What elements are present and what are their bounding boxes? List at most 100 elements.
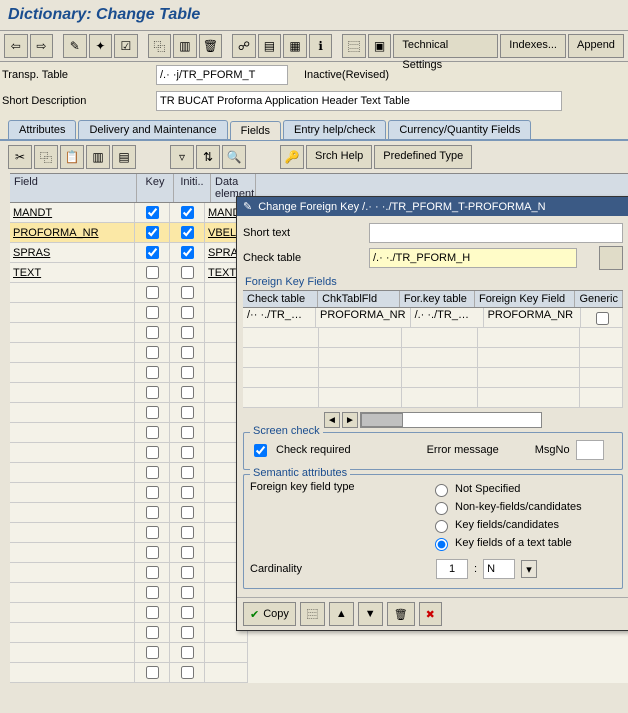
check-table-generate-button[interactable] [599, 246, 623, 270]
key-checkbox[interactable] [146, 486, 159, 499]
fk-row[interactable] [243, 368, 623, 388]
key-checkbox[interactable] [146, 606, 159, 619]
close-icon[interactable]: ✖ [419, 602, 442, 626]
fk-type-texttable-radio[interactable] [435, 538, 448, 551]
check-required-checkbox[interactable] [254, 444, 267, 457]
init-checkbox[interactable] [181, 506, 194, 519]
key-checkbox[interactable] [146, 266, 159, 279]
init-checkbox[interactable] [181, 266, 194, 279]
init-checkbox[interactable] [181, 226, 194, 239]
tab-currency[interactable]: Currency/Quantity Fields [388, 120, 531, 139]
srch-help-button[interactable]: Srch Help [306, 145, 372, 169]
key-checkbox[interactable] [146, 326, 159, 339]
key-checkbox[interactable] [146, 306, 159, 319]
key-checkbox[interactable] [146, 426, 159, 439]
layout-icon[interactable]: ▦ [283, 34, 307, 58]
key-checkbox[interactable] [146, 386, 159, 399]
init-checkbox[interactable] [181, 426, 194, 439]
init-checkbox[interactable] [181, 526, 194, 539]
init-checkbox[interactable] [181, 606, 194, 619]
key-checkbox[interactable] [146, 446, 159, 459]
cardinality-right-field[interactable] [483, 559, 515, 579]
check-icon[interactable]: ☑ [114, 34, 138, 58]
graph-icon[interactable]: ⿳ [342, 34, 366, 58]
copy-icon[interactable]: ⿻ [148, 34, 172, 58]
init-checkbox[interactable] [181, 486, 194, 499]
down-icon[interactable]: ▼ [358, 602, 383, 626]
scroll-right-icon[interactable]: ► [342, 412, 358, 428]
fk-type-notspec-radio[interactable] [435, 484, 448, 497]
key-checkbox[interactable] [146, 286, 159, 299]
list-icon[interactable]: ▤ [258, 34, 282, 58]
delete-icon[interactable]: 🗑 [387, 602, 415, 626]
init-checkbox[interactable] [181, 246, 194, 259]
init-checkbox[interactable] [181, 626, 194, 639]
sort-icon[interactable]: ⇅ [196, 145, 220, 169]
key-checkbox[interactable] [146, 346, 159, 359]
data-icon[interactable]: ▣ [368, 34, 392, 58]
copy2-icon[interactable]: ⿻ [34, 145, 58, 169]
init-checkbox[interactable] [181, 566, 194, 579]
key-checkbox[interactable] [146, 206, 159, 219]
init-checkbox[interactable] [181, 306, 194, 319]
init-checkbox[interactable] [181, 346, 194, 359]
scroll-track[interactable] [360, 412, 542, 428]
key-checkbox[interactable] [146, 466, 159, 479]
generic-checkbox[interactable] [596, 312, 609, 325]
predefined-type-button[interactable]: Predefined Type [374, 145, 472, 169]
init-checkbox[interactable] [181, 386, 194, 399]
key-checkbox[interactable] [146, 246, 159, 259]
append-button[interactable]: Append [568, 34, 624, 58]
tab-fields[interactable]: Fields [230, 121, 281, 140]
key-checkbox[interactable] [146, 506, 159, 519]
msgno-field[interactable] [576, 440, 604, 460]
fk-row[interactable]: /·· ·./TR_…PROFORMA_NR/.· ·./TR_…PROFORM… [243, 308, 623, 328]
fk-row[interactable] [243, 388, 623, 408]
tab-attributes[interactable]: Attributes [8, 120, 76, 139]
init-checkbox[interactable] [181, 646, 194, 659]
scroll-thumb[interactable] [361, 413, 403, 427]
key-checkbox[interactable] [146, 566, 159, 579]
init-checkbox[interactable] [181, 466, 194, 479]
init-checkbox[interactable] [181, 286, 194, 299]
find-icon[interactable]: 🔍 [222, 145, 246, 169]
cardinality-left-field[interactable] [436, 559, 468, 579]
technical-settings-button[interactable]: Technical Settings [393, 34, 498, 58]
key-checkbox[interactable] [146, 626, 159, 639]
short-text-field[interactable] [369, 223, 623, 243]
tree-icon[interactable]: ☍ [232, 34, 256, 58]
init-checkbox[interactable] [181, 446, 194, 459]
init-checkbox[interactable] [181, 666, 194, 679]
copy-button[interactable]: ✔Copy [243, 602, 296, 626]
key-checkbox[interactable] [146, 226, 159, 239]
cut-icon[interactable]: ✂ [8, 145, 32, 169]
trash-icon[interactable]: 🗑 [199, 34, 223, 58]
expand-icon[interactable]: ⿳ [300, 602, 325, 626]
key-checkbox[interactable] [146, 546, 159, 559]
info-icon[interactable]: ℹ [309, 34, 333, 58]
init-checkbox[interactable] [181, 206, 194, 219]
init-checkbox[interactable] [181, 326, 194, 339]
short-desc-field[interactable] [156, 91, 562, 111]
col2-icon[interactable]: ▤ [112, 145, 136, 169]
back-icon[interactable]: ⇦ [4, 34, 28, 58]
scroll-left-icon[interactable]: ◄ [324, 412, 340, 428]
key-icon[interactable]: 🔑 [280, 145, 304, 169]
check-table-field[interactable] [369, 248, 577, 268]
key-checkbox[interactable] [146, 666, 159, 679]
fk-row[interactable] [243, 348, 623, 368]
key-checkbox[interactable] [146, 526, 159, 539]
init-checkbox[interactable] [181, 366, 194, 379]
tab-entry-help[interactable]: Entry help/check [283, 120, 386, 139]
dropdown-icon[interactable]: ▾ [521, 560, 537, 578]
key-checkbox[interactable] [146, 586, 159, 599]
transp-table-field[interactable] [156, 65, 288, 85]
table-row[interactable] [10, 643, 628, 663]
indexes-button[interactable]: Indexes... [500, 34, 566, 58]
paste-icon[interactable]: 📋 [60, 145, 84, 169]
activate-icon[interactable]: ✦ [89, 34, 113, 58]
init-checkbox[interactable] [181, 586, 194, 599]
filter-icon[interactable]: ▿ [170, 145, 194, 169]
key-checkbox[interactable] [146, 646, 159, 659]
init-checkbox[interactable] [181, 406, 194, 419]
